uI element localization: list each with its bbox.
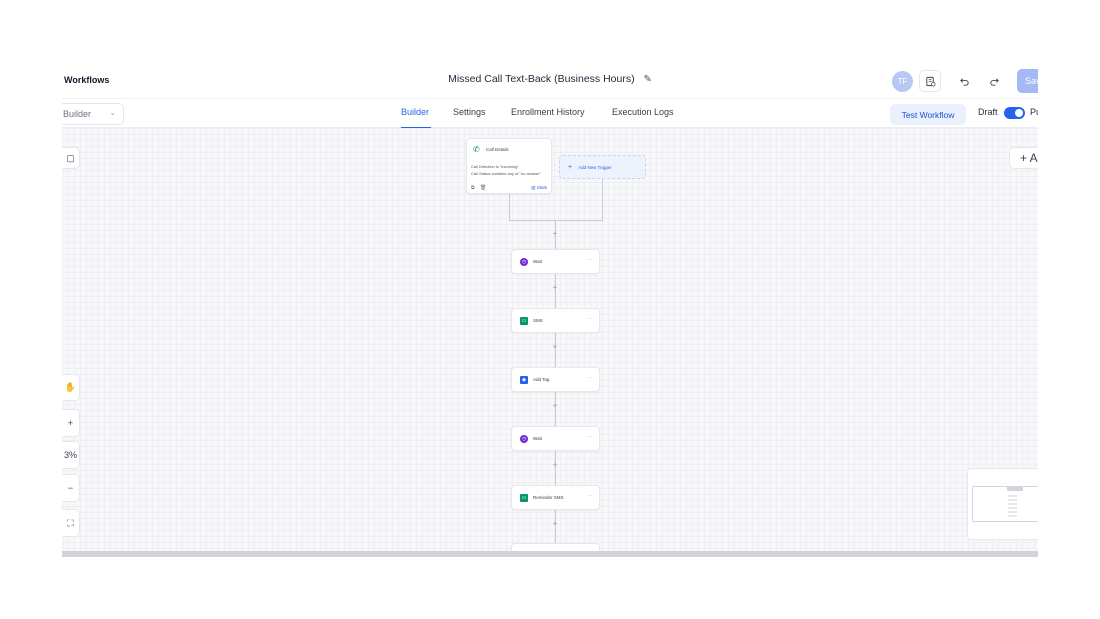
builder-select-value: Builder xyxy=(63,109,92,119)
more-options-icon[interactable]: ··· xyxy=(587,316,594,322)
add-step-plus-icon[interactable]: + xyxy=(551,343,559,351)
add-step-plus-icon[interactable]: + xyxy=(551,402,559,410)
minimap-node xyxy=(1008,495,1017,497)
minimap-node xyxy=(1008,507,1017,509)
minimap-node xyxy=(1008,503,1017,505)
version-history-icon[interactable] xyxy=(919,70,941,92)
workflow-builder-app: o Workflows Missed Call Text-Back (Busin… xyxy=(62,62,1038,557)
trigger-card[interactable]: ✆ Call Details Call Direction is "incomi… xyxy=(466,138,552,194)
zoom-out-icon[interactable]: − xyxy=(62,474,80,502)
publish-label: Pu xyxy=(1030,107,1038,117)
draft-label: Draft xyxy=(978,107,998,117)
add-element-button[interactable]: + A xyxy=(1009,147,1038,169)
node-label: Wait xyxy=(533,259,542,264)
minimap-node xyxy=(1008,511,1017,513)
node-label: Reminder SMS xyxy=(533,495,564,500)
more-options-icon[interactable]: ··· xyxy=(587,257,594,263)
trigger-actions: ⧉ 🗑 xyxy=(471,185,486,191)
more-options-icon[interactable]: ··· xyxy=(587,375,594,381)
tab-settings[interactable]: Settings xyxy=(453,107,486,117)
publish-toggle[interactable] xyxy=(1004,107,1025,119)
workflow-title-text: Missed Call Text-Back (Business Hours) xyxy=(448,73,635,85)
stats-link[interactable]: ▥ Stats xyxy=(531,185,547,191)
tag-icon: ◆ xyxy=(520,376,528,384)
tab-row: Builder ⌄ Builder Settings Enrollment Hi… xyxy=(62,98,1038,129)
trash-icon[interactable]: 🗑 xyxy=(480,185,486,191)
action-node-wait[interactable]: ◷ Wait ··· xyxy=(511,249,600,274)
undo-icon[interactable] xyxy=(953,70,975,92)
workflow-canvas[interactable]: ▢ + A + + + + + + ✆ Call Details Call Di… xyxy=(62,128,1038,551)
trigger-condition: Call Direction is "incoming" xyxy=(471,164,519,169)
minimap-node xyxy=(1008,499,1017,501)
fit-view-icon[interactable]: ⛶ xyxy=(62,509,80,537)
action-node-add-tag[interactable]: ◆ Add Tag ··· xyxy=(511,367,600,392)
more-options-icon[interactable]: ··· xyxy=(587,434,594,440)
tab-enrollment-history[interactable]: Enrollment History xyxy=(511,107,585,117)
minimap-viewport[interactable] xyxy=(972,486,1038,522)
add-trigger-label: Add New Trigger xyxy=(578,164,612,170)
action-node-reminder-sms[interactable]: ▭ Reminder SMS ··· xyxy=(511,485,600,510)
connector-line xyxy=(602,179,603,220)
top-bar: o Workflows Missed Call Text-Back (Busin… xyxy=(62,62,1038,98)
message-icon: ▭ xyxy=(520,494,528,502)
clock-icon: ◷ xyxy=(520,435,528,443)
pencil-icon[interactable]: ✎ xyxy=(644,74,652,85)
add-step-plus-icon[interactable]: + xyxy=(551,284,559,292)
action-node-wait[interactable]: ◷ Wait ··· xyxy=(511,426,600,451)
chevron-down-icon: ⌄ xyxy=(109,108,116,117)
zoom-level-value: 3% xyxy=(63,450,77,460)
redo-icon[interactable] xyxy=(983,70,1005,92)
minimap-node xyxy=(1007,486,1023,491)
tab-execution-logs[interactable]: Execution Logs xyxy=(612,107,674,117)
add-step-plus-icon[interactable]: + xyxy=(551,461,559,469)
connector-line xyxy=(509,220,603,221)
node-label: SMS xyxy=(533,318,543,323)
zoom-level: 3% xyxy=(62,441,80,469)
hand-tool-icon[interactable]: ✋ xyxy=(62,374,80,401)
save-button[interactable]: Save xyxy=(1017,69,1038,93)
avatar[interactable]: TF xyxy=(892,71,913,92)
clock-icon: ◷ xyxy=(520,258,528,266)
more-options-icon[interactable]: ··· xyxy=(587,493,594,499)
minimap-node xyxy=(1008,515,1017,517)
test-workflow-button[interactable]: Test Workflow xyxy=(890,104,966,125)
sidebar-panel-icon[interactable]: ▢ xyxy=(62,147,80,169)
trigger-title: Call Details xyxy=(486,147,509,152)
minimap[interactable] xyxy=(967,468,1038,540)
action-node-partial[interactable] xyxy=(511,543,600,551)
stats-label: Stats xyxy=(536,185,547,190)
builder-select[interactable]: Builder ⌄ xyxy=(62,103,124,125)
trigger-condition: Call Status contains any of "no answer" xyxy=(471,171,541,176)
add-step-plus-icon[interactable]: + xyxy=(551,230,559,238)
action-node-sms[interactable]: ▭ SMS ··· xyxy=(511,308,600,333)
message-icon: ▭ xyxy=(520,317,528,325)
tab-builder[interactable]: Builder xyxy=(401,107,429,117)
copy-icon[interactable]: ⧉ xyxy=(471,185,475,191)
add-new-trigger-button[interactable]: + Add New Trigger xyxy=(559,155,646,179)
zoom-in-icon[interactable]: + xyxy=(62,409,80,437)
plus-icon: + xyxy=(568,163,573,171)
connector-line xyxy=(509,194,510,220)
add-element-label: + A xyxy=(1020,151,1038,165)
node-label: Add Tag xyxy=(533,377,550,382)
add-step-plus-icon[interactable]: + xyxy=(551,520,559,528)
horizontal-scrollbar[interactable] xyxy=(62,551,1038,557)
node-label: Wait xyxy=(533,436,542,441)
phone-icon: ✆ xyxy=(473,145,480,154)
